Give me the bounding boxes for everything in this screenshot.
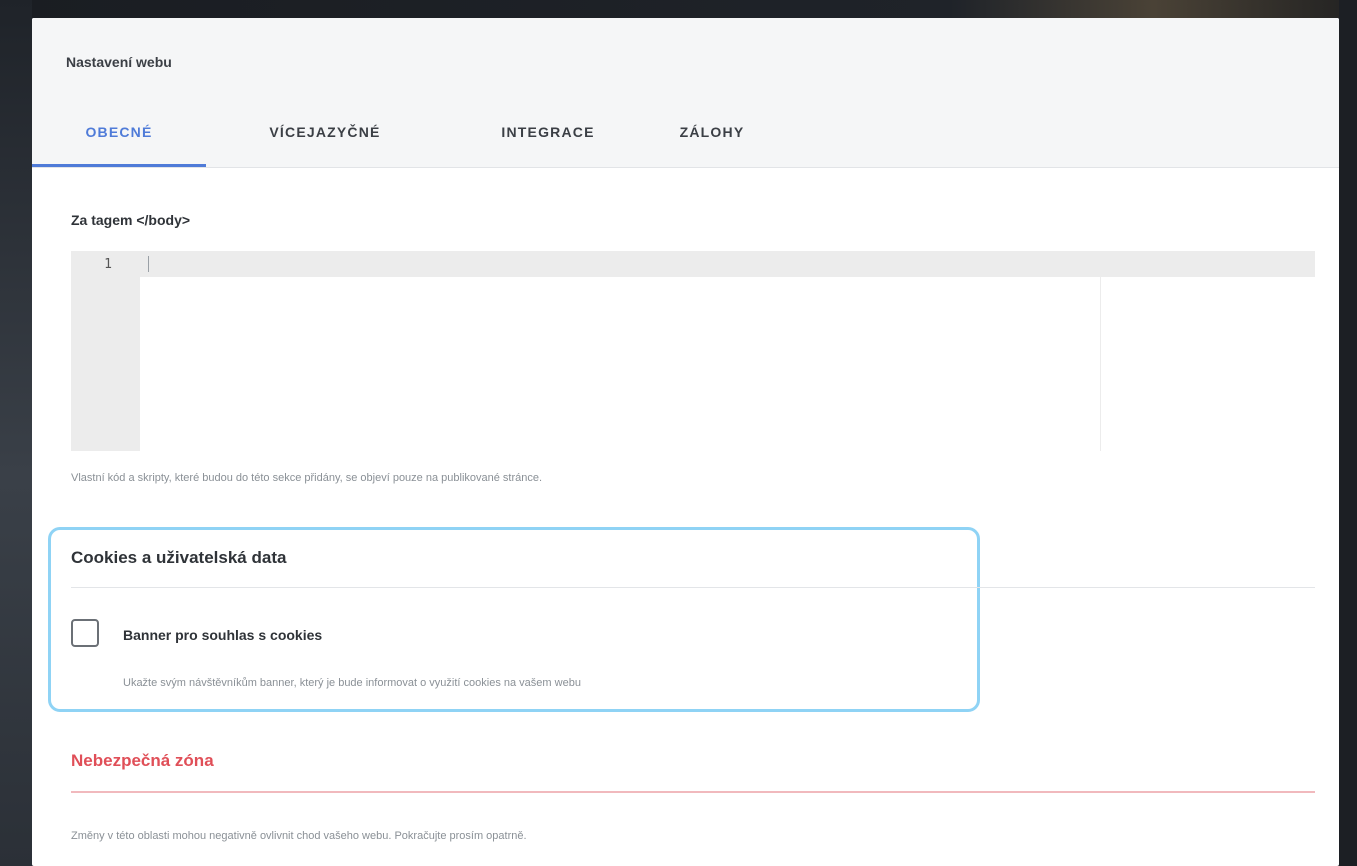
modal-title: Nastavení webu [66, 54, 172, 70]
tab-multilingual[interactable]: VÍCEJAZYČNÉ [206, 114, 444, 167]
editor-print-margin [1100, 277, 1101, 451]
danger-zone-divider [71, 791, 1315, 793]
cookies-divider [71, 587, 1315, 588]
cookie-banner-label[interactable]: Banner pro souhlas s cookies [123, 627, 322, 643]
code-editor[interactable]: 1 [71, 251, 1315, 451]
text-cursor [148, 256, 149, 272]
backdrop-left [0, 0, 32, 866]
tab-general[interactable]: OBECNÉ [32, 114, 206, 167]
editor-gutter: 1 [71, 251, 140, 451]
cookies-section-title: Cookies a uživatelská data [71, 548, 287, 567]
danger-zone-text: Změny v této oblasti mohou negativně ovl… [71, 830, 527, 842]
settings-modal: Nastavení webu OBECNÉ VÍCEJAZYČNÉ INTEGR… [32, 18, 1339, 866]
backdrop-right [1339, 0, 1357, 866]
editor-active-line [140, 251, 1315, 277]
tab-backups[interactable]: ZÁLOHY [652, 114, 772, 167]
body-code-helper: Vlastní kód a skripty, které budou do té… [71, 472, 543, 484]
tab-integrations[interactable]: INTEGRACE [444, 114, 652, 167]
body-code-label: Za tagem </body> [71, 212, 191, 228]
backdrop-top [0, 0, 1357, 18]
tab-bar: OBECNÉ VÍCEJAZYČNÉ INTEGRACE ZÁLOHY [32, 114, 772, 167]
cookie-banner-checkbox[interactable] [71, 619, 99, 647]
modal-header: Nastavení webu OBECNÉ VÍCEJAZYČNÉ INTEGR… [32, 18, 1339, 168]
line-number: 1 [104, 257, 112, 272]
danger-zone-title: Nebezpečná zóna [71, 751, 214, 770]
cookie-banner-description: Ukažte svým návštěvníkům banner, který j… [123, 677, 581, 689]
